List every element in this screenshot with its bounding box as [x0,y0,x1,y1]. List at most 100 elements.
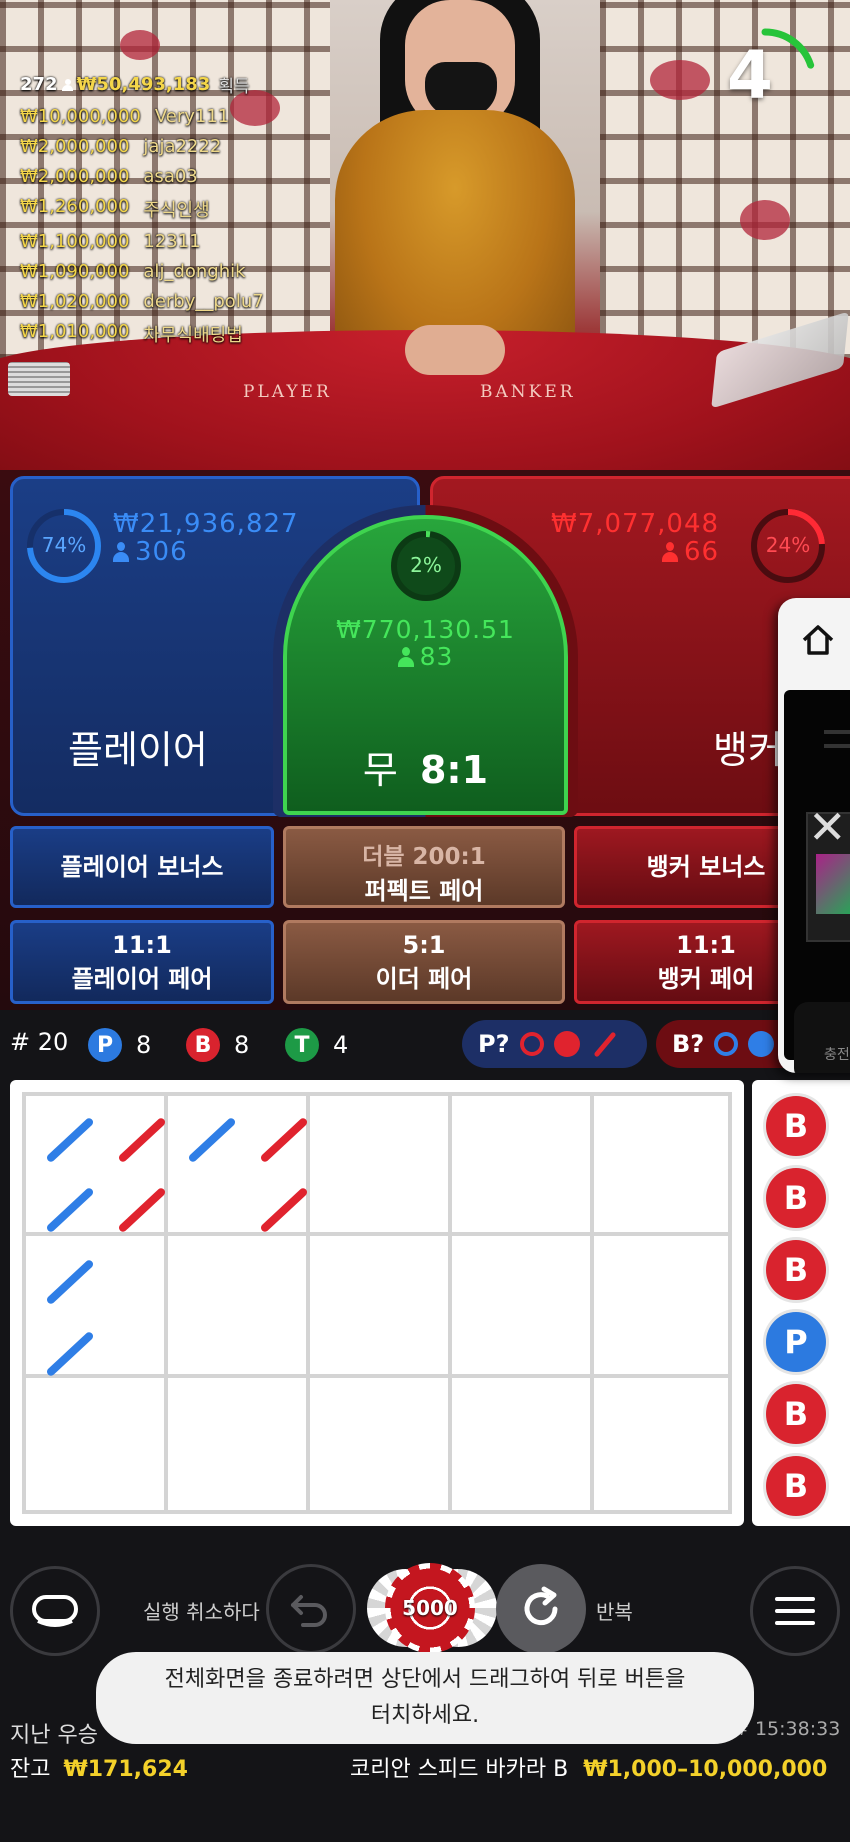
dealer-mask [425,62,497,117]
road-mark-player [45,1258,95,1306]
tie-user-count: 83 [419,642,454,671]
player-percent: 74% [41,533,87,557]
bead-player: P [766,1312,826,1372]
tie-wins-stat: T 4 [285,1028,348,1062]
tie-wins-count: 4 [333,1031,349,1059]
balance-label: 잔고 [10,1757,51,1782]
big-road-scoreboard[interactable] [10,1080,744,1526]
blossom [650,60,710,100]
repeat-button[interactable] [496,1564,586,1654]
blossom [120,30,160,60]
grid-line [26,1232,728,1236]
hamburger-menu-icon [775,1597,815,1625]
banker-predict-label: B? [672,1030,705,1058]
selected-chip[interactable]: 5000 [385,1563,475,1653]
leaderboard-row: ₩1,090,000 alj_donghik [20,261,264,282]
undo-label: 실행 취소하다 [143,1600,260,1624]
red-dot-icon [553,1031,580,1057]
banker-user-count: 66 [683,537,720,567]
banker-total-bet: ₩7,077,048 [551,509,720,539]
perfect-pair-odds: 더블 200:1 [362,844,486,870]
big-road-grid [22,1092,732,1514]
last-win-label: 지난 우승 [10,1723,98,1748]
grid-line [164,1096,168,1510]
leaderboard-row: ₩2,000,000 jaja2222 [20,136,264,157]
undo-button[interactable] [266,1564,356,1654]
undo-icon [291,1595,327,1627]
chat-bubble-icon [32,1595,78,1627]
home-icon[interactable] [798,620,838,660]
balance-amount: ₩171,624 [63,1757,188,1782]
side-panel[interactable]: ✕ 충전 [778,598,850,1073]
leaderboard-row: ₩10,000,000 Very111 [20,106,264,127]
bead-banker: B [766,1168,826,1228]
leaderboard-row: ₩2,000,000 asa03 [20,166,264,187]
road-mark-banker [259,1186,309,1234]
thumbnail-image [816,854,850,914]
person-icon [61,78,73,91]
perfect-pair-label: 퍼펙트 페어 [364,877,484,905]
felt-banker-text: BANKER [480,382,576,402]
player-predict-button[interactable]: P? [462,1020,647,1068]
road-mark-banker [117,1186,167,1234]
leaderboard-header: 272 ₩50,493,183 획득 [20,72,264,97]
dealer-hands [405,325,505,375]
winner-name: 차무식배팅법 [143,325,243,346]
either-pair-odds: 5:1 [402,931,446,959]
tie-bet-area[interactable]: 2% ₩770,130.51 83 무 8:1 [283,515,568,815]
side-panel-content: ✕ 충전 [784,690,850,1073]
winner-name: jaja2222 [143,136,222,157]
grid-line [590,1096,594,1510]
leaderboard-row: ₩1,260,000 주식인생 [20,196,264,222]
winner-amount: ₩1,010,000 [20,321,130,342]
charge-label: 충전 [824,1047,850,1063]
winner-amount: ₩1,260,000 [20,196,130,217]
card-stack [8,362,70,396]
either-pair-label: 이더 페어 [375,965,473,993]
menu-button[interactable] [750,1566,840,1656]
road-mark-player [45,1330,95,1378]
road-mark-banker [117,1116,167,1164]
tie-percent-ring: 2% [389,529,463,603]
countdown-timer: 4 [710,25,820,135]
table-name: 코리안 스피드 바카라 B [350,1757,569,1782]
either-pair-button[interactable]: 5:1 이더 페어 [283,920,565,1004]
winner-amount: ₩1,020,000 [20,291,130,312]
bead-banker: B [766,1096,826,1156]
close-icon[interactable]: ✕ [808,800,847,854]
table-info-row: 코리안 스피드 바카라 B ₩1,000–10,000,000 [350,1751,827,1783]
repeat-icon [524,1586,558,1626]
chat-button[interactable] [10,1566,100,1656]
leaderboard-row: ₩1,100,000 12311 [20,231,264,252]
grid-line [306,1096,310,1510]
banker-percent-ring: 24% [749,507,827,585]
banker-wins-count: 8 [234,1031,250,1059]
tie-total-bet: ₩770,130.51 [336,615,515,644]
player-user-count: 306 [135,537,188,567]
grid-line [448,1096,452,1510]
toast-line-2: 터치하세요. [370,1703,480,1728]
banker-wins-stat: B 8 [186,1028,249,1062]
winner-name: 주식인생 [143,200,210,221]
banker-coin-icon: B [186,1028,220,1062]
winner-name: 12311 [143,231,201,252]
repeat-label: 반복 [596,1600,633,1624]
blue-ring-icon [714,1032,739,1056]
tie-coin-icon: T [285,1028,319,1062]
toast-line-1: 전체화면을 종료하려면 상단에서 드래그하여 뒤로 버튼을 [164,1667,686,1692]
total-winnings-label: 획득 [218,77,250,97]
player-pair-odds: 11:1 [112,931,172,959]
winner-amount: ₩2,000,000 [20,136,130,157]
bead-road[interactable]: BBBPBB [752,1080,850,1526]
bead-banker: B [766,1240,826,1300]
player-bonus-button[interactable]: 플레이어 보너스 [10,826,274,908]
player-pair-label: 플레이어 페어 [71,965,213,993]
player-pair-button[interactable]: 11:1 플레이어 페어 [10,920,274,1004]
perfect-pair-button[interactable]: 더블 200:1 퍼펙트 페어 [283,826,565,908]
total-winnings: ₩50,493,183 [76,74,211,95]
bet-limits: ₩1,000–10,000,000 [583,1757,828,1782]
chip-selector[interactable]: 5000 [367,1563,497,1653]
blue-dot-icon [748,1031,775,1057]
winner-amount: ₩1,100,000 [20,231,130,252]
player-percent-ring: 74% [25,507,103,585]
